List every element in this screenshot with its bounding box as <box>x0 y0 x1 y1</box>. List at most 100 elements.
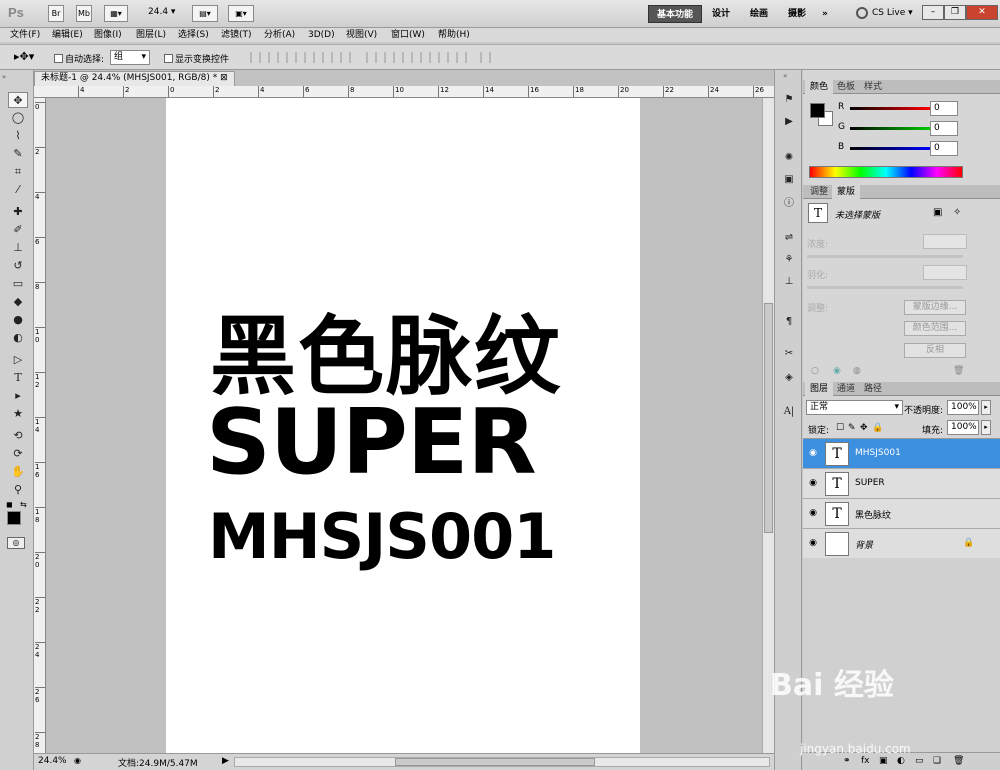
menu-view[interactable]: 视图(V) <box>346 28 377 42</box>
scrollbar-thumb[interactable] <box>764 303 773 533</box>
info-panel-icon[interactable]: ⓘ <box>780 196 798 212</box>
add-mask-icon[interactable]: ▣ <box>879 756 888 766</box>
direct-selection-tool-icon[interactable]: ▸ <box>8 388 28 404</box>
clone-source-panel-icon[interactable]: ⚘ <box>780 252 798 268</box>
menu-analysis[interactable]: 分析(A) <box>264 28 295 42</box>
load-selection-icon[interactable]: ○ <box>811 366 819 376</box>
document-tab[interactable]: 未标题-1 @ 24.4% (MHSJS001, RGB/8) * ⊠ <box>34 71 235 86</box>
layer-style-icon[interactable]: fx <box>861 756 870 766</box>
workspace-painting[interactable]: 绘画 <box>742 5 776 23</box>
align-hcenter-icon[interactable] <box>322 52 333 63</box>
fill-field[interactable]: 100% <box>947 420 979 435</box>
tab-masks[interactable]: 蒙版 <box>832 185 861 199</box>
horizontal-scrollbar[interactable] <box>234 757 770 767</box>
mini-bridge-button[interactable]: Mb <box>76 5 92 22</box>
text-layer-mhsjs001[interactable]: MHSJS001 <box>208 500 556 573</box>
workspace-photography[interactable]: 摄影 <box>780 5 814 23</box>
dodge-tool-icon[interactable]: ◐ <box>8 330 28 346</box>
menu-select[interactable]: 选择(S) <box>178 28 209 42</box>
brush-tool-icon[interactable]: ✐ <box>8 222 28 238</box>
auto-align-icon[interactable] <box>480 52 491 63</box>
tab-color[interactable]: 颜色 <box>805 80 834 94</box>
opacity-arrow-icon[interactable]: ▸ <box>981 400 991 415</box>
history-brush-tool-icon[interactable]: ↺ <box>8 258 28 274</box>
tab-channels[interactable]: 通道 <box>832 382 860 396</box>
hand-tool-icon[interactable]: ✋ <box>8 464 28 480</box>
cs-live-icon[interactable] <box>856 7 868 19</box>
add-vector-mask-icon[interactable]: ✧ <box>953 207 961 218</box>
close-icon[interactable]: ✕ <box>966 5 998 20</box>
auto-select-checkbox[interactable]: 自动选择: <box>54 52 104 65</box>
layer-row-super[interactable]: ◉ T SUPER <box>803 469 1000 499</box>
status-icon[interactable]: ◉ <box>74 756 81 765</box>
menu-edit[interactable]: 编辑(E) <box>52 28 83 42</box>
auto-select-dropdown[interactable]: 组 ▾ <box>110 50 150 65</box>
vertical-scrollbar[interactable] <box>762 98 774 753</box>
distribute-left-icon[interactable] <box>420 52 431 63</box>
density-field[interactable] <box>923 234 967 249</box>
tab-swatches[interactable]: 色板 <box>832 80 860 94</box>
foreground-color-chip[interactable] <box>810 103 825 118</box>
history-panel-icon[interactable]: ⚑ <box>780 92 798 108</box>
move-tool-icon[interactable]: ✥ <box>8 92 28 108</box>
layer-comps-panel-icon[interactable]: ◈ <box>780 370 798 386</box>
clone-stamp-tool-icon[interactable]: ⊥ <box>8 240 28 256</box>
lock-transparent-icon[interactable]: ☐ <box>836 423 844 433</box>
invert-button[interactable]: 反相 <box>904 343 966 358</box>
paths-panel-icon[interactable]: ⇌ <box>780 230 798 246</box>
layer-row-heise-maiwen[interactable]: ◉ T 黑色脉纹 <box>803 499 1000 529</box>
view-extras-button[interactable]: ▦▾ <box>104 5 128 22</box>
distribute-top-icon[interactable] <box>366 52 377 63</box>
menu-window[interactable]: 窗口(W) <box>391 28 425 42</box>
cs-live-menu[interactable]: CS Live ▾ <box>872 8 913 18</box>
paint-bucket-tool-icon[interactable]: ◆ <box>8 294 28 310</box>
crop-tool-icon[interactable]: ⌗ <box>8 164 28 180</box>
status-menu-arrow-icon[interactable]: ▶ <box>222 756 229 766</box>
menu-layer[interactable]: 图层(L) <box>136 28 166 42</box>
eye-icon[interactable]: ◉ <box>807 448 819 458</box>
quick-selection-tool-icon[interactable]: ✎ <box>8 146 28 162</box>
eye-icon[interactable]: ◉ <box>807 508 819 518</box>
align-top-icon[interactable] <box>250 52 261 63</box>
character-panel-icon[interactable]: A| <box>780 404 798 420</box>
spot-healing-tool-icon[interactable]: ✚ <box>8 204 28 220</box>
lock-position-icon[interactable]: ✥ <box>860 423 868 433</box>
feather-field[interactable] <box>923 265 967 280</box>
add-pixel-mask-icon[interactable]: ▣ <box>933 207 942 218</box>
3d-orbit-tool-icon[interactable]: ⟳ <box>8 446 28 462</box>
layer-row-background[interactable]: ◉ 背景 🔒 <box>803 529 1000 559</box>
tab-adjustments[interactable]: 调整 <box>805 185 833 199</box>
green-value-field[interactable]: 0 <box>930 121 958 136</box>
apply-mask-icon[interactable]: ◉ <box>833 366 841 376</box>
text-layer-super[interactable]: SUPER <box>206 390 537 495</box>
tab-layers[interactable]: 图层 <box>805 382 834 396</box>
workspace-essentials[interactable]: 基本功能 <box>648 5 703 23</box>
blue-value-field[interactable]: 0 <box>930 141 958 156</box>
mask-edge-button[interactable]: 蒙版边缘... <box>904 300 966 315</box>
elliptical-marquee-tool-icon[interactable]: ◯ <box>8 110 28 126</box>
color-spectrum-bar[interactable] <box>809 166 963 178</box>
3d-panel-icon[interactable]: ✂ <box>780 346 798 362</box>
adjustment-layer-icon[interactable]: ◐ <box>897 756 905 766</box>
menu-3d[interactable]: 3D(D) <box>308 28 335 42</box>
arrange-documents-button[interactable]: ▤▾ <box>192 5 218 22</box>
align-bottom-icon[interactable] <box>286 52 297 63</box>
new-layer-icon[interactable]: ❏ <box>933 756 941 766</box>
screen-mode-button[interactable]: ▣▾ <box>228 5 254 22</box>
menu-file[interactable]: 文件(F) <box>10 28 40 42</box>
align-left-icon[interactable] <box>304 52 315 63</box>
link-layers-icon[interactable]: ⚭ <box>843 756 851 766</box>
workspace-design[interactable]: 设计 <box>704 5 738 23</box>
blue-slider[interactable] <box>850 147 930 150</box>
zoom-level-dropdown[interactable]: 24.4 ▾ <box>148 7 175 17</box>
eraser-tool-icon[interactable]: ▭ <box>8 276 28 292</box>
path-selection-tool-icon[interactable]: ▷ <box>8 352 28 368</box>
distribute-vcenter-icon[interactable] <box>384 52 395 63</box>
swap-colors-icon[interactable]: ⇆ <box>20 500 27 509</box>
navigator-panel-icon[interactable]: ▣ <box>780 172 798 188</box>
type-tool-icon[interactable]: T <box>8 370 28 386</box>
lasso-tool-icon[interactable]: ⌇ <box>8 128 28 144</box>
layer-row-mhsjs001[interactable]: ◉ T MHSJS001 <box>803 439 1000 469</box>
green-slider[interactable] <box>850 127 930 130</box>
fill-arrow-icon[interactable]: ▸ <box>981 420 991 435</box>
